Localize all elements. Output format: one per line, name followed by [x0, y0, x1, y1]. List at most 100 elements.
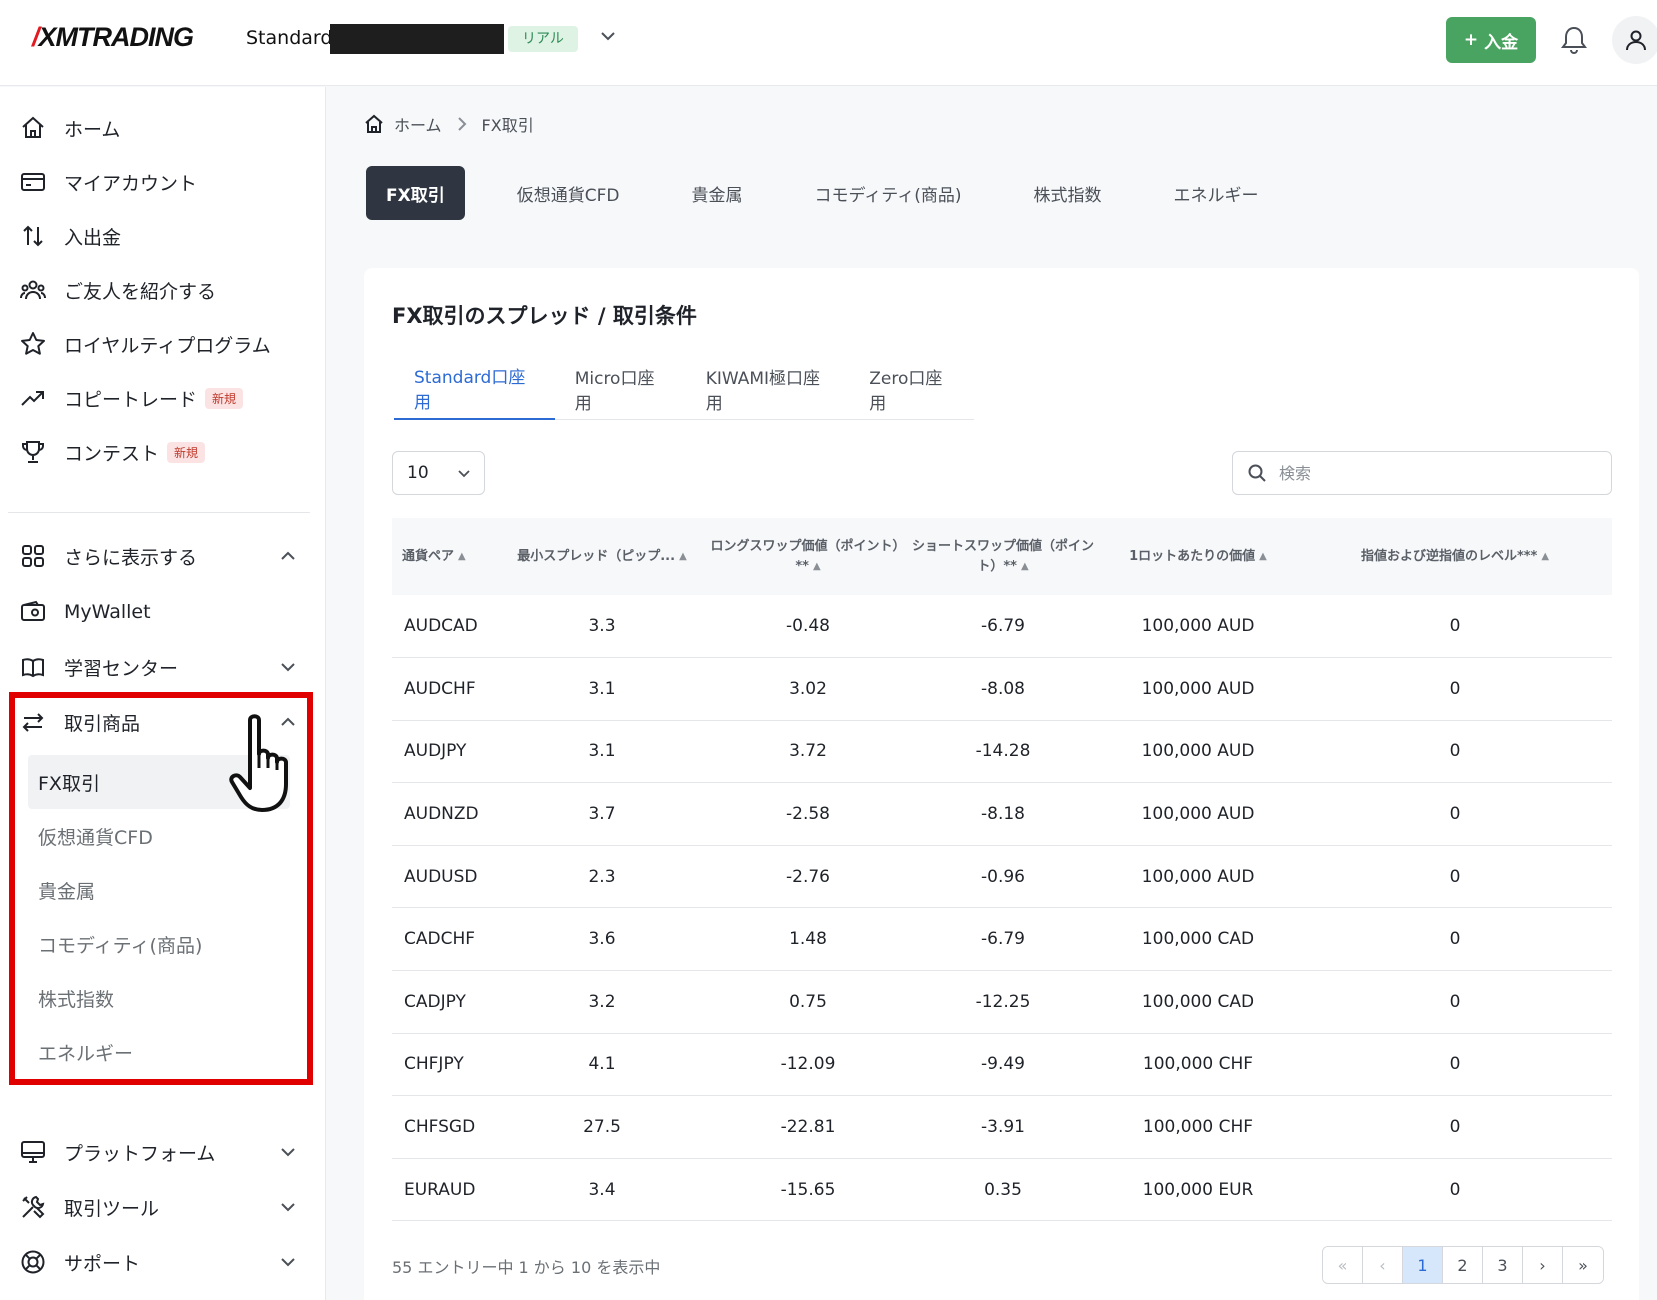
sidebar-divider — [8, 512, 310, 513]
home-icon — [18, 113, 48, 143]
grid-icon — [18, 541, 48, 571]
tab-standard[interactable]: Standard口座用 — [394, 358, 555, 420]
home-icon[interactable] — [364, 114, 384, 134]
sidebar-subitem-metals[interactable]: 貴金属 — [28, 863, 290, 917]
tab-metals[interactable]: 貴金属 — [671, 166, 762, 220]
tab-commodities[interactable]: コモディティ(商品) — [794, 166, 981, 220]
page-length-select[interactable]: 10 — [392, 451, 485, 495]
search-input[interactable] — [1279, 463, 1599, 483]
search-icon — [1248, 464, 1266, 482]
column-header[interactable]: 1ロットあたりの価値 ▲ — [1098, 518, 1298, 595]
monitor-icon — [18, 1137, 48, 1167]
tab-zero[interactable]: Zero口座用 — [849, 358, 974, 420]
sidebar-item-platform[interactable]: プラットフォーム — [18, 1130, 308, 1174]
table-row: CADCHF 3.6 1.48 -6.79 100,000 CAD 0 — [392, 907, 1612, 972]
new-badge: 新規 — [205, 387, 244, 409]
account-type-badge: リアル — [508, 26, 578, 52]
user-icon — [1626, 30, 1646, 51]
chevron-right-icon — [457, 117, 466, 131]
pointer-hand-icon — [229, 714, 288, 812]
sidebar-item-home[interactable]: ホーム — [18, 106, 308, 150]
page-button[interactable]: 3 — [1483, 1247, 1523, 1283]
table-row: AUDCHF 3.1 3.02 -8.08 100,000 AUD 0 — [392, 657, 1612, 721]
prev-page-button[interactable]: ‹ — [1363, 1247, 1403, 1283]
swap-icon — [18, 707, 48, 737]
deposit-button[interactable]: + 入金 — [1446, 17, 1536, 63]
table-row: EURAUD 3.4 -15.65 0.35 100,000 EUR 0 — [392, 1158, 1612, 1222]
table-row: AUDNZD 3.7 -2.58 -8.18 100,000 AUD 0 — [392, 782, 1612, 846]
last-page-button[interactable]: » — [1563, 1247, 1603, 1283]
new-badge: 新規 — [167, 441, 206, 463]
xmtrading-logo[interactable]: /XMTRADING — [32, 22, 194, 53]
sidebar-item-refer-friend[interactable]: ご友人を紹介する — [18, 268, 308, 312]
trend-up-icon — [18, 383, 48, 413]
page-button[interactable]: 2 — [1443, 1247, 1483, 1283]
book-icon — [18, 652, 48, 682]
card-title: FX取引のスプレッド / 取引条件 — [392, 304, 697, 328]
column-header[interactable]: 最小スプレッド（ピップ... ▲ — [496, 518, 708, 595]
column-header[interactable]: 通貨ペア ▲ — [392, 518, 496, 595]
account-name[interactable]: Standard — [246, 27, 332, 49]
search-box — [1232, 451, 1612, 495]
tab-energy[interactable]: エネルギー — [1154, 166, 1279, 220]
breadcrumb: ホーム FX取引 — [364, 112, 534, 136]
chevron-up-icon[interactable] — [278, 546, 298, 566]
table-row: AUDJPY 3.1 3.72 -14.28 100,000 AUD 0 — [392, 720, 1612, 784]
pagination: « ‹ 1 2 3 › » — [1322, 1246, 1604, 1284]
sidebar-subitem-energy[interactable]: エネルギー — [28, 1025, 290, 1079]
wallet-icon — [18, 597, 48, 627]
spread-table: 通貨ペア ▲ 最小スプレッド（ピップ... ▲ ロングスワップ価値（ポイント）** ▲… — [392, 518, 1612, 1222]
sidebar-subitem-indices[interactable]: 株式指数 — [28, 971, 290, 1025]
table-row: CHFSGD 27.5 -22.81 -3.91 100,000 CHF 0 — [392, 1095, 1612, 1159]
plus-icon: + — [1463, 30, 1479, 50]
instrument-tabs: FX取引 仮想通貨CFD 貴金属 コモディティ(商品) 株式指数 エネルギー — [366, 166, 1311, 220]
chevron-down-icon[interactable] — [278, 1197, 298, 1217]
table-info: 55 エントリー中 1 から 10 を表示中 — [392, 1258, 661, 1277]
spread-card: FX取引のスプレッド / 取引条件 Standard口座用 Micro口座用 K… — [364, 268, 1639, 1300]
sidebar-item-loyalty[interactable]: ロイヤルティプログラム — [18, 322, 308, 366]
sidebar-item-trading-tools[interactable]: 取引ツール — [18, 1185, 308, 1229]
chevron-down-icon — [458, 470, 470, 478]
next-page-button[interactable]: › — [1523, 1247, 1563, 1283]
first-page-button[interactable]: « — [1323, 1247, 1363, 1283]
page-button[interactable]: 1 — [1403, 1247, 1443, 1283]
user-avatar[interactable] — [1612, 16, 1657, 64]
column-header[interactable]: ロングスワップ価値（ポイント）** ▲ — [708, 518, 908, 595]
table-row: AUDCAD 3.3 -0.48 -6.79 100,000 AUD 0 — [392, 595, 1612, 659]
tab-fx[interactable]: FX取引 — [366, 166, 465, 220]
sidebar-item-learning-center[interactable]: 学習センター — [18, 645, 308, 689]
sidebar-item-mywallet[interactable]: MyWallet — [18, 590, 308, 634]
table-row: CADJPY 3.2 0.75 -12.25 100,000 CAD 0 — [392, 970, 1612, 1034]
chevron-down-icon[interactable] — [598, 26, 618, 46]
table-row: CHFJPY 4.1 -12.09 -9.49 100,000 CHF 0 — [392, 1033, 1612, 1097]
column-header[interactable]: 指値および逆指値のレベル*** ▲ — [1298, 518, 1612, 595]
sidebar-subitem-commodities[interactable]: コモディティ(商品) — [28, 917, 290, 971]
breadcrumb-current: FX取引 — [481, 116, 534, 135]
trophy-icon — [18, 437, 48, 467]
breadcrumb-home[interactable]: ホーム — [394, 112, 442, 136]
chevron-down-icon[interactable] — [278, 1252, 298, 1272]
tab-indices[interactable]: 株式指数 — [1014, 166, 1122, 220]
tab-crypto[interactable]: 仮想通貨CFD — [497, 166, 640, 220]
lifebuoy-icon — [18, 1247, 48, 1277]
top-bar: /XMTRADING Standard リアル + 入金 — [0, 0, 1657, 86]
bell-icon[interactable] — [1560, 24, 1588, 54]
sidebar-item-contest[interactable]: コンテスト 新規 — [18, 430, 308, 474]
transfer-arrows-icon — [18, 221, 48, 251]
account-number-redaction — [330, 24, 504, 54]
sidebar-item-show-more[interactable]: さらに表示する — [18, 534, 308, 578]
tab-micro[interactable]: Micro口座用 — [555, 358, 686, 420]
table-row: AUDUSD 2.3 -2.76 -0.96 100,000 AUD 0 — [392, 845, 1612, 909]
sidebar-item-support[interactable]: サポート — [18, 1240, 308, 1284]
sidebar-item-deposit-withdraw[interactable]: 入出金 — [18, 214, 308, 258]
chevron-down-icon[interactable] — [278, 1142, 298, 1162]
sidebar-item-copy-trade[interactable]: コピートレード 新規 — [18, 376, 308, 420]
chevron-down-icon[interactable] — [278, 657, 298, 677]
column-header[interactable]: ショートスワップ価値（ポイント）** ▲ — [908, 518, 1098, 595]
tab-kiwami[interactable]: KIWAMI極口座用 — [686, 358, 850, 420]
users-icon — [18, 275, 48, 305]
sidebar-item-my-account[interactable]: マイアカウント — [18, 160, 308, 204]
credit-card-icon — [18, 167, 48, 197]
account-type-tabs: Standard口座用 Micro口座用 KIWAMI極口座用 Zero口座用 — [394, 358, 974, 420]
tools-icon — [18, 1192, 48, 1222]
